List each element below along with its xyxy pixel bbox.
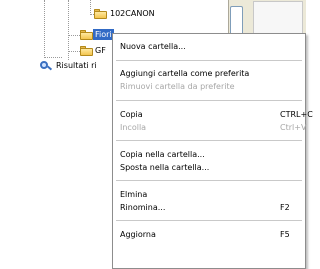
menu-separator (116, 220, 302, 221)
search-results-icon (40, 61, 53, 71)
tree-connector (68, 35, 80, 36)
menu-item-aggiorna[interactable]: Aggiorna F5 (120, 229, 297, 241)
tree-node-risultati[interactable]: Risultati ri (54, 60, 99, 71)
folder-icon (94, 9, 107, 19)
menu-item-rinomina[interactable]: Rinomina... F2 (120, 202, 297, 214)
menu-item-label: Nuova cartella... (120, 42, 186, 51)
menu-item-label: Elmina (120, 190, 148, 199)
menu-item-label: Aggiorna (120, 230, 156, 239)
menu-item-incolla: Incolla Ctrl+V (120, 122, 306, 134)
menu-separator (116, 180, 302, 181)
menu-item-nuova-cartella[interactable]: Nuova cartella... (120, 41, 297, 53)
tree-node-gf[interactable]: GF (93, 45, 108, 56)
tree-connector (68, 51, 80, 52)
menu-item-label: Copia nella cartella... (120, 150, 205, 159)
menu-item-aggiungi-preferita[interactable]: Aggiungi cartella come preferita (120, 68, 297, 80)
tree-connector (90, 0, 91, 15)
menu-item-label: Sposta nella cartella... (120, 163, 210, 172)
tree-node-102canon[interactable]: 102CANON (108, 8, 157, 19)
menu-item-shortcut: F2 (280, 203, 290, 212)
tree-node-fiori[interactable]: Fiori (93, 29, 114, 40)
folder-icon (80, 46, 93, 56)
menu-item-label: Copia (120, 110, 143, 119)
menu-separator (116, 100, 302, 101)
menu-item-sposta-nella-cartella[interactable]: Sposta nella cartella... (120, 162, 297, 174)
menu-item-elimina[interactable]: Elmina (120, 189, 297, 201)
tree-connector (44, 57, 62, 58)
menu-item-rimuovi-preferita: Rimuovi cartella da preferite (120, 81, 297, 93)
context-menu: Nuova cartella... Aggiungi cartella come… (112, 33, 313, 269)
menu-item-shortcut: CTRL+C (280, 110, 313, 119)
menu-item-label: Aggiungi cartella come preferita (120, 69, 250, 78)
menu-item-label: Rinomina... (120, 203, 166, 212)
menu-item-copia[interactable]: Copia CTRL+C (120, 109, 313, 121)
menu-item-label: Incolla (120, 123, 147, 132)
menu-item-copia-nella-cartella[interactable]: Copia nella cartella... (120, 149, 297, 161)
menu-separator (116, 60, 302, 61)
menu-item-shortcut: F5 (280, 230, 290, 239)
menu-item-shortcut: Ctrl+V (280, 123, 307, 132)
tree-connector (44, 0, 45, 58)
folder-icon (80, 30, 93, 40)
menu-item-label: Rimuovi cartella da preferite (120, 82, 235, 91)
menu-separator (116, 140, 302, 141)
